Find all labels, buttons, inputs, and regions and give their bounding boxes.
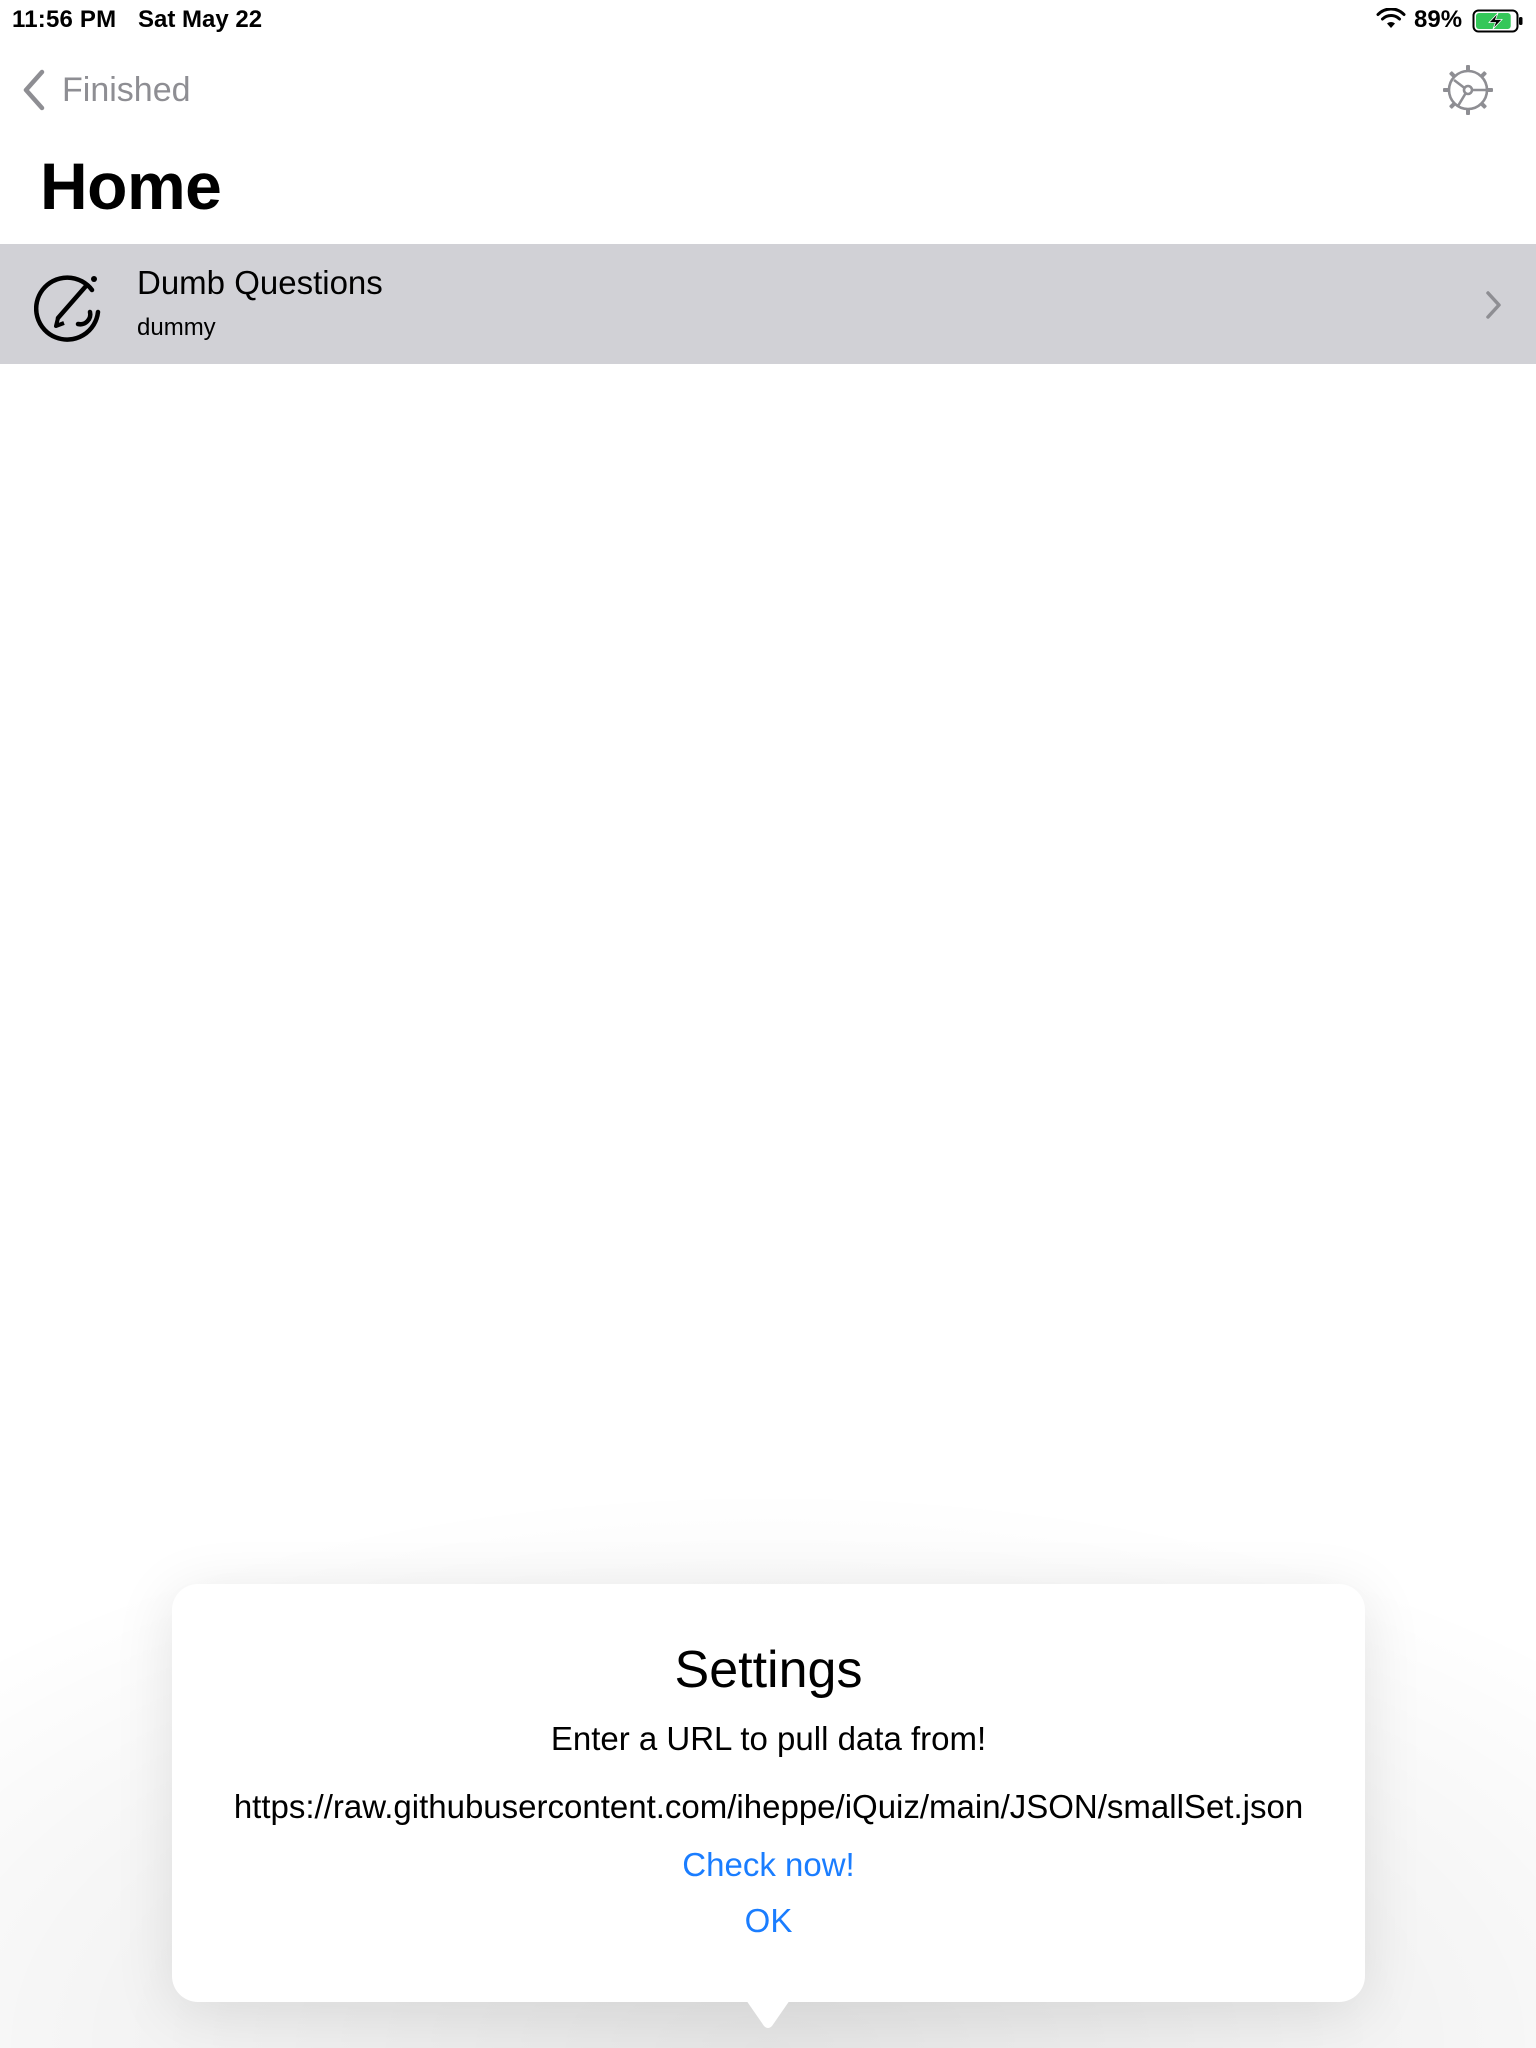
- settings-popover: Settings Enter a URL to pull data from! …: [172, 1584, 1365, 2002]
- status-bar: 11:56 PM Sat May 22 89%: [0, 0, 1536, 40]
- list-item[interactable]: Dumb Questions dummy: [0, 244, 1536, 364]
- popover-message: Enter a URL to pull data from!: [550, 1720, 987, 1757]
- wifi-icon: [1376, 8, 1406, 28]
- quiz-pencil-icon: [34, 275, 101, 342]
- screen: 11:56 PM Sat May 22 89% Finished Home Du…: [0, 0, 1536, 2048]
- chevron-right-icon: [1486, 291, 1501, 319]
- battery-percent: 89%: [1414, 6, 1463, 33]
- gear-icon[interactable]: [1442, 64, 1494, 116]
- list-item-title: Dumb Questions: [137, 264, 383, 301]
- battery-charging-icon: [1472, 9, 1523, 33]
- popover-title: Settings: [674, 1641, 863, 1699]
- page-title: Home: [40, 149, 222, 223]
- url-field[interactable]: [172, 1788, 1365, 1826]
- back-button[interactable]: Finished: [20, 66, 191, 114]
- check-now-button[interactable]: Check now!: [172, 1846, 1365, 1884]
- popover-arrow: [746, 2000, 790, 2028]
- status-time: 11:56 PM: [12, 6, 117, 33]
- status-date: Sat May 22: [138, 6, 263, 33]
- ok-button[interactable]: OK: [172, 1902, 1365, 1940]
- back-button-label: Finished: [62, 70, 191, 109]
- list-item-subtitle: dummy: [137, 314, 216, 341]
- chevron-left-icon: [23, 69, 45, 111]
